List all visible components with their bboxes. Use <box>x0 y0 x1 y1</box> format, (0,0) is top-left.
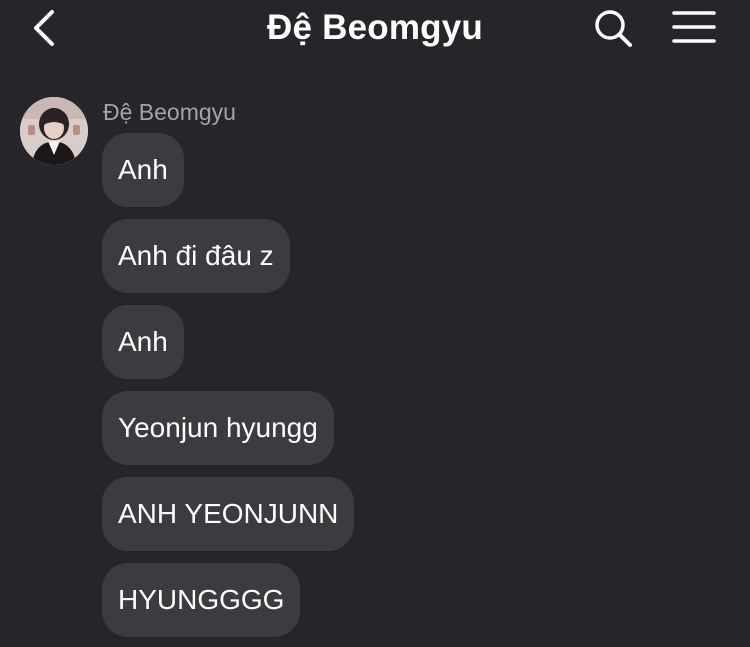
hamburger-menu-icon <box>672 11 716 43</box>
message-bubble[interactable]: Anh đi đâu z <box>102 219 290 293</box>
profile-photo-icon <box>20 97 88 165</box>
message-bubble[interactable]: HYUNGGGG <box>102 563 301 637</box>
chevron-left-icon <box>34 10 54 46</box>
back-button[interactable] <box>22 6 66 50</box>
message-bubble[interactable]: Anh <box>102 305 184 379</box>
message-bubble[interactable]: Anh <box>102 133 184 207</box>
chat-screen: Đệ Beomgyu Đệ Beomgyu Anh Anh đi đâu z A… <box>0 0 750 647</box>
search-icon <box>595 10 632 47</box>
sender-avatar[interactable] <box>20 97 88 165</box>
sender-name: Đệ Beomgyu <box>103 99 236 125</box>
chat-header: Đệ Beomgyu <box>0 0 750 60</box>
chat-title: Đệ Beomgyu <box>267 8 483 47</box>
menu-button[interactable] <box>670 8 718 48</box>
message-bubble[interactable]: ANH YEONJUNN <box>102 477 355 551</box>
search-button[interactable] <box>591 6 635 50</box>
message-bubble[interactable]: Yeonjun hyungg <box>102 391 334 465</box>
